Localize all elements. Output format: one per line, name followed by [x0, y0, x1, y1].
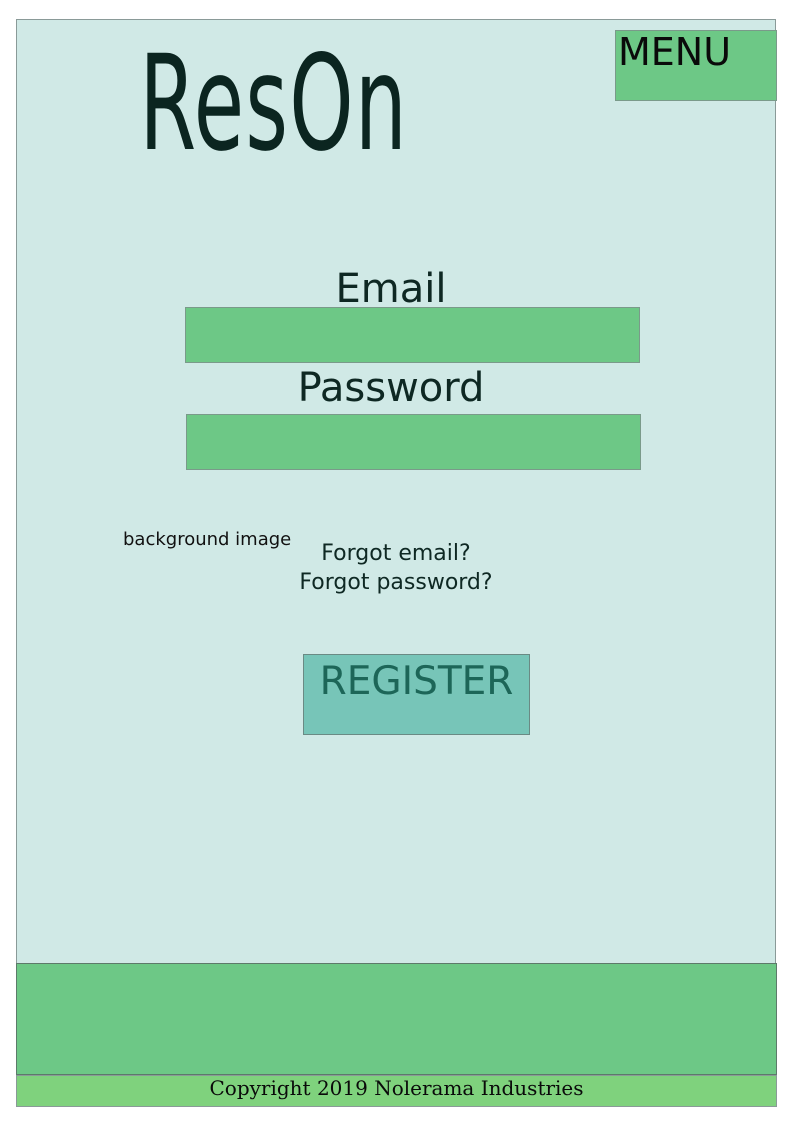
menu-button[interactable]: MENU: [615, 30, 777, 101]
page-frame: ResOn MENU Email Password background ima…: [16, 19, 777, 1107]
register-button[interactable]: REGISTER: [303, 654, 530, 735]
forgot-password-link[interactable]: Forgot password?: [16, 569, 776, 597]
email-label: Email: [335, 266, 447, 312]
copyright-text: Copyright 2019 Nolerama Industries: [16, 1075, 777, 1107]
email-field[interactable]: [185, 307, 640, 363]
footer-band: [16, 963, 777, 1075]
password-field[interactable]: [186, 414, 641, 470]
logo-title: ResOn: [139, 27, 409, 181]
forgot-email-link[interactable]: Forgot email?: [16, 540, 776, 568]
password-label: Password: [297, 365, 485, 411]
